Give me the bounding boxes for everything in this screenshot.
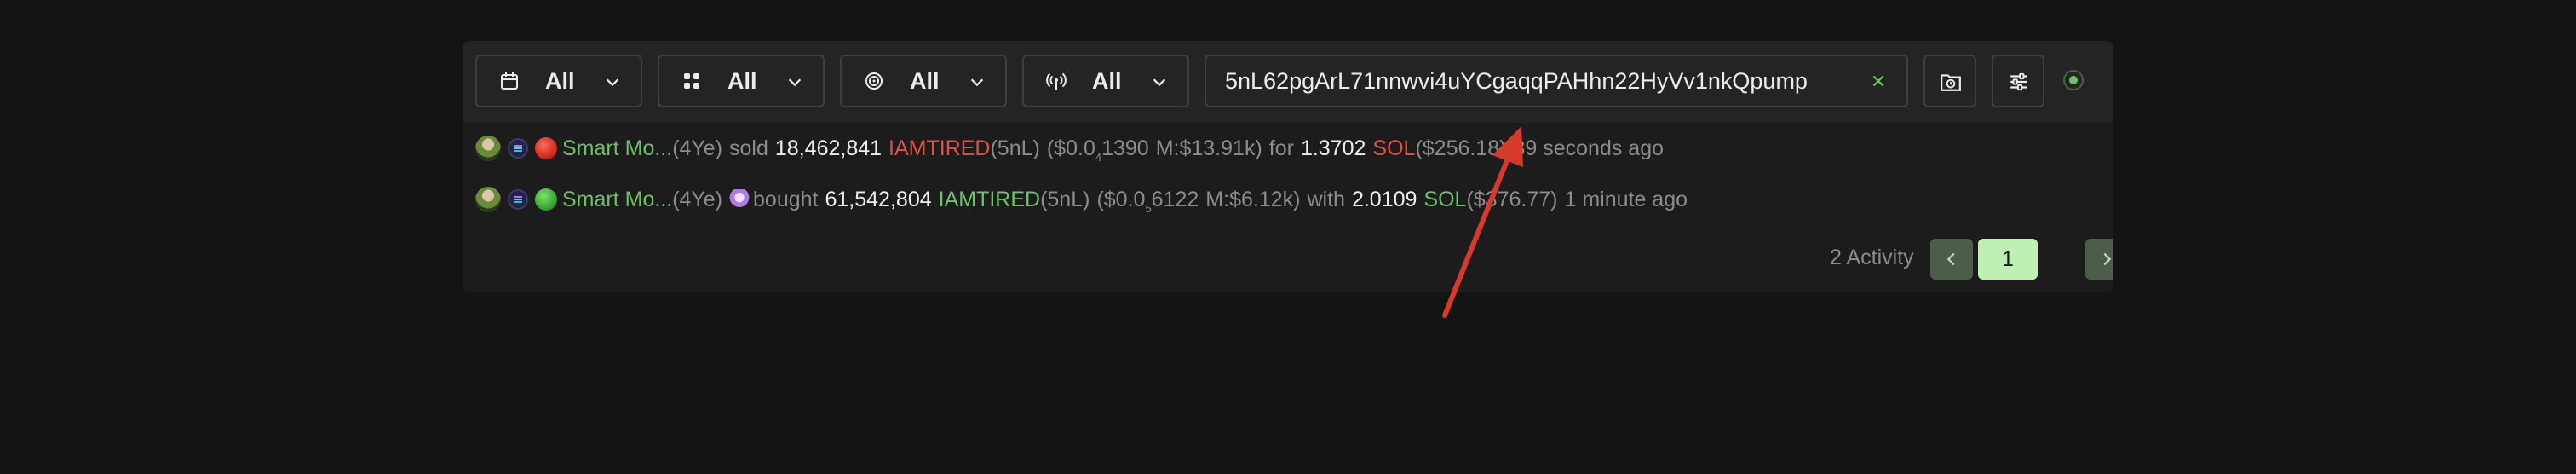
wallet-name-link[interactable]: Smart Mo... [562, 188, 672, 212]
wallet-name-link[interactable]: Smart Mo... [562, 136, 672, 161]
token-short-address: (5nL) [990, 136, 1040, 160]
category-filter-label: All [727, 68, 757, 94]
sliders-icon [2010, 72, 2027, 91]
target-filter-dropdown[interactable]: All [840, 55, 1007, 107]
filter-toolbar: All All All All 5nL62pgArL71nnwvi4uYCgaq… [463, 41, 2113, 123]
trade-action: bought [753, 187, 819, 211]
activity-panel: All All All All 5nL62pgArL71nnwvi4uYCgaq… [463, 41, 2113, 292]
token-symbol-link[interactable]: IAMTIRED [939, 188, 1040, 212]
broadcast-icon [1046, 72, 1067, 90]
date-filter-label: All [545, 68, 575, 94]
trade-action: sold [729, 136, 768, 160]
sol-amount: 1.3702 [1300, 136, 1366, 160]
solana-chain-icon [508, 138, 528, 159]
chevron-down-icon [788, 78, 802, 87]
trade-amount: 18,462,841 [774, 136, 883, 160]
clear-search-icon[interactable] [1869, 72, 1888, 90]
price-zero-count: 4 [1095, 150, 1102, 164]
calendar-icon [501, 72, 518, 90]
grid-icon [684, 73, 699, 89]
chevron-left-icon [1946, 252, 1955, 266]
price-digits: 1390 [1101, 136, 1149, 160]
token-search-box[interactable] [1205, 55, 1908, 107]
sell-indicator-icon [535, 137, 557, 159]
trade-preposition: for [1268, 136, 1294, 160]
wallet-avatar [475, 187, 501, 212]
sol-label: SOL [1372, 136, 1416, 160]
wallet-avatar [475, 136, 501, 161]
activity-row[interactable]: Smart Mo... (4Ye) bought 61,542,804 IAMT… [475, 182, 1688, 217]
devil-emoji-icon [729, 189, 750, 210]
price-prefix: ($0.0 [1046, 136, 1095, 160]
history-folder-button[interactable] [1923, 55, 1976, 107]
settings-sliders-button[interactable] [1992, 55, 2044, 107]
wallet-short-address: (4Ye) [672, 187, 723, 211]
chevron-down-icon [970, 78, 984, 87]
chevron-down-icon [1153, 78, 1166, 87]
activity-count: 2 Activity [1830, 246, 1914, 269]
date-filter-dropdown[interactable]: All [475, 55, 642, 107]
chevron-right-icon [2103, 252, 2112, 266]
price-prefix: ($0.0 [1096, 187, 1146, 211]
time-ago: 1 minute ago [1564, 187, 1688, 211]
page-1-button[interactable]: 1 [1978, 239, 2038, 280]
market-cap: M:$13.91k) [1155, 136, 1262, 160]
price-digits: 6122 [1151, 187, 1199, 211]
signal-filter-dropdown[interactable]: All [1022, 55, 1189, 107]
live-status-indicator [2063, 70, 2084, 90]
usd-value: ($376.77) [1466, 187, 1558, 211]
solana-chain-icon [508, 189, 528, 210]
price-zero-count: 5 [1145, 201, 1152, 215]
wallet-short-address: (4Ye) [672, 136, 723, 160]
usd-value: ($256.18) [1415, 136, 1507, 160]
activity-row[interactable]: Smart Mo... (4Ye) sold 18,462,841 IAMTIR… [475, 131, 1664, 165]
next-page-button[interactable] [2085, 239, 2113, 280]
target-filter-label: All [910, 68, 940, 94]
sol-label: SOL [1423, 187, 1467, 211]
previous-page-button[interactable] [1930, 239, 1973, 280]
category-filter-dropdown[interactable]: All [658, 55, 825, 107]
chevron-down-icon [606, 78, 619, 87]
target-icon [865, 72, 883, 90]
sol-amount: 2.0109 [1351, 187, 1417, 211]
trade-preposition: with [1307, 187, 1345, 211]
token-short-address: (5nL) [1040, 187, 1090, 211]
market-cap: M:$6.12k) [1205, 187, 1301, 211]
token-symbol-link[interactable]: IAMTIRED [888, 136, 990, 161]
folder-clock-icon [1941, 74, 1961, 91]
buy-indicator-icon [535, 188, 557, 211]
signal-filter-label: All [1092, 68, 1122, 94]
time-ago: 39 seconds ago [1513, 136, 1665, 160]
trade-amount: 61,542,804 [825, 187, 932, 211]
token-search-input[interactable] [1225, 56, 1855, 106]
